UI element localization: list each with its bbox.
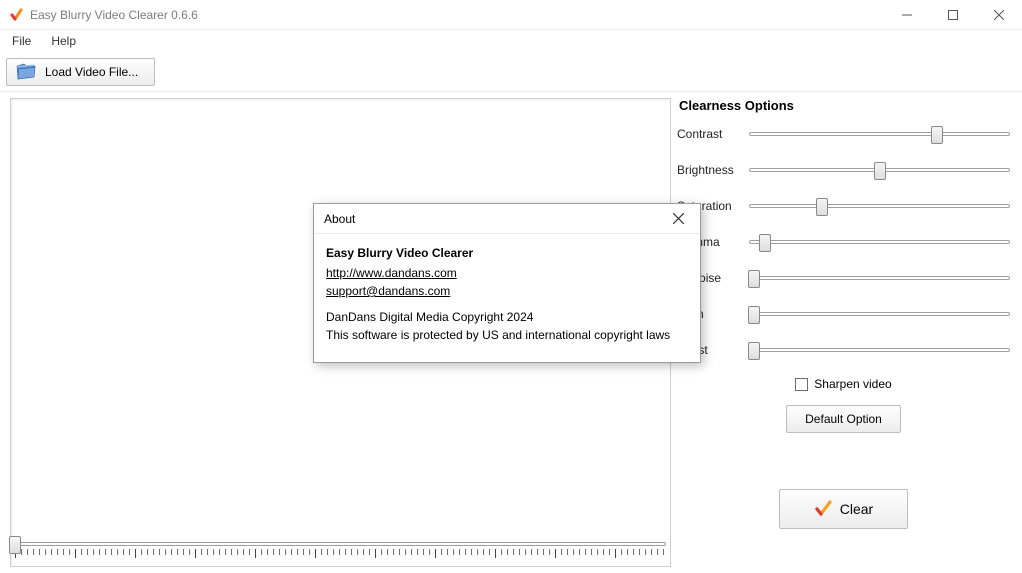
slider-align[interactable] [749,305,1010,323]
sharpen-checkbox[interactable] [795,378,808,391]
maximize-button[interactable] [930,0,976,29]
about-dialog-titlebar: About [314,204,700,234]
about-dialog-body: Easy Blurry Video Clearer http://www.dan… [314,234,700,354]
app-icon [8,7,24,23]
check-icon [814,500,832,518]
timeline-thumb[interactable] [9,536,21,554]
slider-label: Brightness [677,163,749,177]
sharpen-label: Sharpen video [814,377,891,391]
slider-saturation[interactable] [749,197,1010,215]
toolbar: Load Video File... [0,52,1022,92]
slider-thumb[interactable] [931,126,943,144]
minimize-button[interactable] [884,0,930,29]
slider-gamma[interactable] [749,233,1010,251]
options-panel: Clearness Options Contrast Brightness Satu… [677,92,1022,573]
load-video-button[interactable]: Load Video File... [6,58,155,86]
slider-thumb[interactable] [748,342,760,360]
slider-row: Saturation [677,197,1010,215]
about-legal: This software is protected by US and int… [326,326,688,344]
clear-button[interactable]: Clear [779,489,908,529]
options-title: Clearness Options [679,98,1010,113]
slider-row: Contrast [677,125,1010,143]
about-website-link[interactable]: http://www.dandans.com [326,264,457,282]
slider-contrast[interactable] [749,125,1010,143]
slider-boost[interactable] [749,341,1010,359]
menu-help[interactable]: Help [41,30,86,52]
folder-video-icon [15,61,37,83]
window-title: Easy Blurry Video Clearer 0.6.6 [30,8,884,22]
about-close-button[interactable] [656,204,700,233]
slider-label: Contrast [677,127,749,141]
window-controls [884,0,1022,29]
about-email-link[interactable]: support@dandans.com [326,282,450,300]
slider-row: Brightness [677,161,1010,179]
slider-brightness[interactable] [749,161,1010,179]
about-heading: Easy Blurry Video Clearer [326,244,688,262]
about-dialog-title: About [324,212,656,226]
about-copyright: DanDans Digital Media Copyright 2024 [326,308,688,326]
slider-thumb[interactable] [748,306,760,324]
slider-thumb[interactable] [759,234,771,252]
close-button[interactable] [976,0,1022,29]
timeline-slider[interactable] [15,536,666,560]
slider-thumb[interactable] [816,198,828,216]
menu-file[interactable]: File [2,30,41,52]
menubar: File Help [0,30,1022,52]
about-dialog: About Easy Blurry Video Clearer http://w… [313,203,701,363]
slider-row: Align [677,305,1010,323]
slider-thumb[interactable] [748,270,760,288]
default-option-button[interactable]: Default Option [786,405,901,433]
clear-button-label: Clear [840,501,873,517]
slider-row: Boost [677,341,1010,359]
titlebar: Easy Blurry Video Clearer 0.6.6 [0,0,1022,30]
slider-row: Denoise [677,269,1010,287]
load-video-label: Load Video File... [45,65,138,79]
sharpen-row: Sharpen video [677,377,1010,391]
slider-row: Gamma [677,233,1010,251]
slider-thumb[interactable] [874,162,886,180]
slider-denoise[interactable] [749,269,1010,287]
